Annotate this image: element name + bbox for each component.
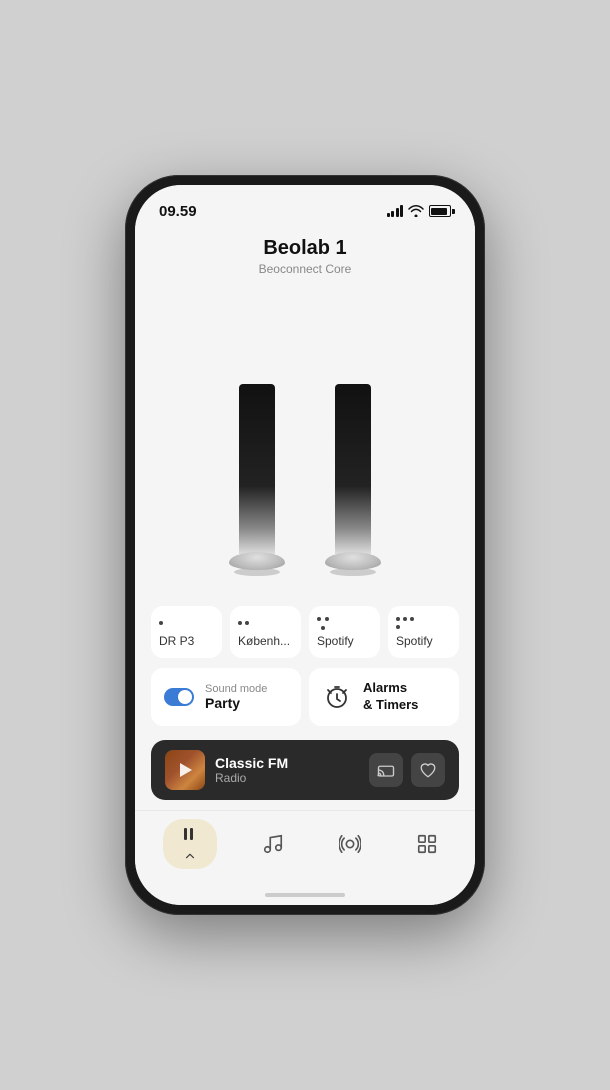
status-time: 09.59 [159, 203, 197, 220]
nav-item-grid[interactable] [406, 829, 448, 859]
shortcut-label-spotify1: Spotify [317, 634, 354, 648]
alarms-line2: & Timers [363, 697, 418, 714]
shortcuts-row: DR P3 Københ... Spotify [151, 606, 459, 658]
shortcut-koben[interactable]: Københ... [230, 606, 301, 658]
sound-mode-label: Sound mode [205, 683, 267, 695]
main-content: Beolab 1 Beoconnect Core [135, 225, 475, 810]
battery-icon [429, 205, 451, 217]
shortcut-dots-1 [159, 616, 163, 630]
sound-mode-text: Sound mode Party [205, 683, 267, 711]
status-bar: 09.59 [135, 185, 475, 225]
shortcut-label-dr-p3: DR P3 [159, 634, 194, 648]
speaker-body-left [239, 384, 275, 554]
sound-mode-card[interactable]: Sound mode Party [151, 668, 301, 726]
chevron-up-icon [183, 849, 197, 863]
sound-mode-icon [163, 681, 195, 713]
shortcut-dr-p3[interactable]: DR P3 [151, 606, 222, 658]
now-playing-info: Classic FM Radio [215, 755, 359, 785]
music-note-icon [262, 833, 284, 855]
nav-item-music[interactable] [252, 829, 294, 859]
shortcut-dots-2 [238, 616, 249, 630]
shortcut-dots-3 [317, 616, 333, 630]
speaker-body-right [335, 384, 371, 554]
wifi-icon [408, 205, 424, 217]
now-playing-actions [369, 753, 445, 787]
heart-icon [419, 761, 437, 779]
device-title: Beolab 1 [155, 237, 455, 260]
cast-button[interactable] [369, 753, 403, 787]
grid-icon [416, 833, 438, 855]
pause-icon [181, 825, 199, 843]
alarms-text: Alarms & Timers [363, 680, 418, 714]
alarms-card[interactable]: Alarms & Timers [309, 668, 459, 726]
now-playing-subtitle: Radio [215, 771, 359, 785]
alarms-line1: Alarms [363, 680, 418, 697]
speaker-base-left [229, 552, 285, 570]
alarm-svg [324, 684, 350, 710]
shortcut-spotify1[interactable]: Spotify [309, 606, 380, 658]
home-bar [265, 893, 345, 897]
action-row: Sound mode Party Alarms [135, 668, 475, 736]
device-subtitle: Beoconnect Core [155, 262, 455, 276]
cast-icon [377, 761, 395, 779]
nav-item-play[interactable] [163, 819, 217, 869]
sound-mode-value: Party [205, 695, 267, 711]
speaker-right [325, 384, 381, 576]
status-icons [387, 205, 452, 217]
speaker-base-right [325, 552, 381, 570]
shortcut-spotify2[interactable]: Spotify [388, 606, 459, 658]
device-header: Beolab 1 Beoconnect Core [135, 225, 475, 282]
signal-icon [387, 205, 404, 217]
now-playing-bar[interactable]: Classic FM Radio [151, 740, 459, 800]
shortcuts-section: DR P3 Københ... Spotify [135, 606, 475, 668]
speaker-visual [135, 282, 475, 606]
shortcut-label-spotify2: Spotify [396, 634, 433, 648]
radio-icon [339, 833, 361, 855]
nav-item-radio[interactable] [329, 829, 371, 859]
bottom-nav [135, 810, 475, 885]
alarm-icon [321, 681, 353, 713]
sound-toggle [164, 688, 194, 706]
phone-screen: 09.59 Beolab 1 Beoconnect Core [135, 185, 475, 905]
thumb-play-icon [180, 763, 192, 777]
shortcut-label-koben: Københ... [238, 634, 290, 648]
now-playing-thumb [165, 750, 205, 790]
favorite-button[interactable] [411, 753, 445, 787]
phone-frame: 09.59 Beolab 1 Beoconnect Core [125, 175, 485, 915]
now-playing-title: Classic FM [215, 755, 359, 771]
speaker-left [229, 384, 285, 576]
shortcut-dots-4 [396, 616, 414, 630]
home-indicator [135, 885, 475, 905]
